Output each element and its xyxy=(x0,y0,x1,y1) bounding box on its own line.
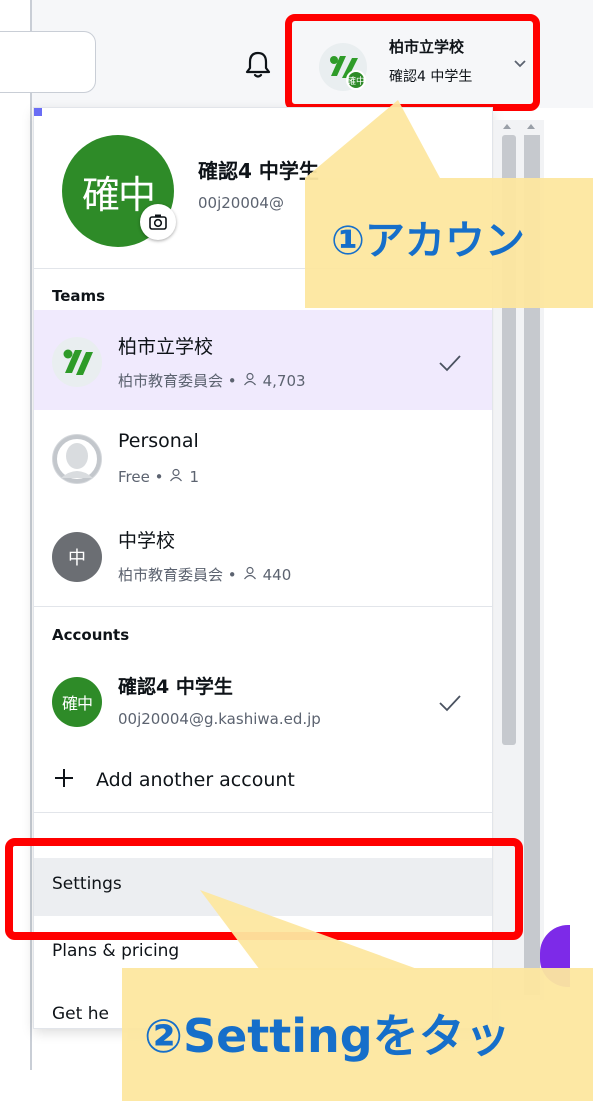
team-avatar: 中 xyxy=(52,532,102,582)
plans-pricing-menu-item[interactable]: Plans & pricing xyxy=(52,941,179,961)
add-account-button[interactable]: Add another account xyxy=(52,760,295,800)
team-title: 中学校 xyxy=(118,530,176,552)
team-logo-icon xyxy=(52,337,102,387)
check-icon xyxy=(436,692,464,714)
members-icon xyxy=(169,468,183,486)
teams-section-label: Teams xyxy=(52,287,106,305)
divider xyxy=(34,606,492,607)
members-icon xyxy=(243,372,257,390)
user-avatar-icon xyxy=(52,434,102,484)
camera-icon[interactable] xyxy=(140,204,176,240)
callout-step-2: ②Settingをタッ xyxy=(122,968,593,1101)
members-icon xyxy=(243,566,257,584)
plus-icon xyxy=(52,766,76,794)
team-plan: Free • xyxy=(118,468,164,486)
panel-accent xyxy=(34,108,42,116)
team-row-junior-high[interactable] xyxy=(34,507,492,605)
team-title: 柏市立学校 xyxy=(118,336,214,358)
callout-pointer xyxy=(200,890,420,970)
team-member-count: 440 xyxy=(262,565,292,584)
accounts-section-label: Accounts xyxy=(52,626,130,644)
check-icon xyxy=(436,352,464,374)
notifications-bell-icon[interactable] xyxy=(238,44,278,84)
team-row-personal[interactable] xyxy=(34,412,492,507)
team-subtitle: 柏市教育委員会 • 440 xyxy=(118,564,291,585)
get-help-menu-item[interactable]: Get he xyxy=(52,1004,109,1024)
team-org: 柏市教育委員会 • xyxy=(118,566,237,584)
team-org: 柏市教育委員会 • xyxy=(118,372,237,390)
scroll-up-icon[interactable] xyxy=(498,118,516,132)
team-member-count: 1 xyxy=(189,468,199,486)
account-email: 00j20004@g.kashiwa.ed.jp xyxy=(118,710,321,728)
callout-step-1: ①アカウン xyxy=(305,178,593,308)
team-row-kashiwa[interactable] xyxy=(34,310,492,410)
search-input[interactable] xyxy=(0,31,96,93)
profile-email: 00j20004@ xyxy=(198,194,284,212)
team-title: Personal xyxy=(118,430,199,452)
divider xyxy=(34,812,492,813)
highlight-box-account xyxy=(285,14,540,111)
scroll-up-icon[interactable] xyxy=(522,118,540,132)
account-title: 確認4 中学生 xyxy=(118,676,233,698)
account-avatar: 確中 xyxy=(52,677,102,727)
account-row[interactable] xyxy=(34,652,492,748)
add-account-label: Add another account xyxy=(96,769,295,791)
team-subtitle: Free • 1 xyxy=(118,468,199,486)
team-subtitle: 柏市教育委員会 • 4,703 xyxy=(118,370,306,391)
team-member-count: 4,703 xyxy=(262,371,306,390)
